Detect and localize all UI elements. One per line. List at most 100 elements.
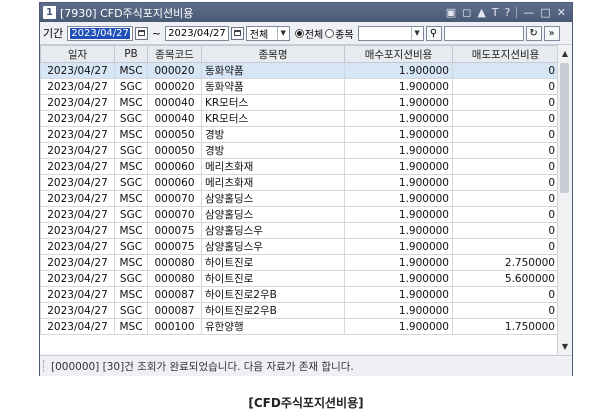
- table-row[interactable]: 2023/04/27 SGC 000020 동화약품 1.900000 0: [40, 78, 559, 95]
- cell-sell-cost: 5.600000: [452, 270, 559, 287]
- table-row[interactable]: 2023/04/27 SGC 000087 하이트진로2우B 1.900000 0: [40, 302, 559, 319]
- table-row[interactable]: 2023/04/27 MSC 000100 유한양행 1.900000 1.750000: [40, 318, 559, 335]
- column-header-name[interactable]: 종목명: [201, 45, 345, 63]
- table-row[interactable]: 2023/04/27 SGC 000080 하이트진로 1.900000 5.600000: [40, 270, 559, 287]
- cell-code: 000080: [147, 254, 202, 271]
- help-icon[interactable]: ?: [505, 7, 511, 18]
- cell-name: 메리츠화재: [201, 158, 345, 175]
- table-row[interactable]: 2023/04/27 SGC 000075 삼양홀딩스우 1.900000 0: [40, 238, 559, 255]
- cell-date: 2023/04/27: [40, 318, 115, 335]
- font-size-icon[interactable]: T: [492, 7, 499, 18]
- cell-sell-cost: 1.750000: [452, 318, 559, 335]
- cell-buy-cost: 1.900000: [344, 110, 453, 127]
- next-page-icon[interactable]: »: [543, 25, 560, 41]
- column-header-pb[interactable]: PB: [114, 45, 148, 63]
- radio-item-dot[interactable]: [325, 28, 335, 38]
- scroll-up-icon[interactable]: ▲: [558, 45, 572, 61]
- table-row[interactable]: 2023/04/27 SGC 000060 메리츠화재 1.900000 0: [40, 174, 559, 191]
- date-to-input[interactable]: 2023/04/27: [165, 25, 229, 41]
- close-icon[interactable]: ✕: [557, 7, 566, 18]
- table-row[interactable]: 2023/04/27 SGC 000070 삼양홀딩스 1.900000 0: [40, 206, 559, 223]
- cell-sell-cost: 0: [452, 238, 559, 255]
- table-row[interactable]: 2023/04/27 MSC 000040 KR모터스 1.900000 0: [40, 94, 559, 111]
- cell-pb: MSC: [114, 62, 148, 79]
- market-select[interactable]: 전체 ▼: [245, 25, 290, 41]
- cell-date: 2023/04/27: [40, 222, 115, 239]
- table-row[interactable]: 2023/04/27 SGC 000050 경방 1.900000 0: [40, 142, 559, 159]
- column-header-code[interactable]: 종목코드: [147, 45, 202, 63]
- chevron-down-icon[interactable]: ▼: [276, 26, 289, 40]
- cell-code: 000020: [147, 78, 202, 95]
- query-toolbar: 기간 2023/04/27 ~ 2023/04/27 전체 ▼ 전체 종목 ▼ …: [40, 22, 572, 45]
- item-name-field: [443, 25, 524, 41]
- cell-date: 2023/04/27: [40, 158, 115, 175]
- table-row[interactable]: 2023/04/27 MSC 000070 삼양홀딩스 1.900000 0: [40, 190, 559, 207]
- cell-buy-cost: 1.900000: [344, 254, 453, 271]
- cell-sell-cost: 0: [452, 222, 559, 239]
- cell-sell-cost: 0: [452, 158, 559, 175]
- cell-buy-cost: 1.900000: [344, 142, 453, 159]
- cell-name: 메리츠화재: [201, 174, 345, 191]
- cell-sell-cost: 0: [452, 142, 559, 159]
- cell-pb: SGC: [114, 270, 148, 287]
- cell-name: 삼양홀딩스: [201, 190, 345, 207]
- cell-date: 2023/04/27: [40, 142, 115, 159]
- cell-code: 000087: [147, 286, 202, 303]
- table-row[interactable]: 2023/04/27 MSC 000080 하이트진로 1.900000 2.750000: [40, 254, 559, 271]
- cell-date: 2023/04/27: [40, 286, 115, 303]
- cell-pb: SGC: [114, 142, 148, 159]
- table-row[interactable]: 2023/04/27 MSC 000020 동화약품 1.900000 0: [40, 62, 559, 79]
- column-header-date[interactable]: 일자: [40, 45, 115, 63]
- cell-code: 000020: [147, 62, 202, 79]
- copy-icon[interactable]: ◻: [462, 7, 471, 18]
- radio-all-dot[interactable]: [294, 28, 304, 38]
- table-row[interactable]: 2023/04/27 SGC 000040 KR모터스 1.900000 0: [40, 110, 559, 127]
- item-code-input[interactable]: ▼: [357, 25, 424, 41]
- date-from-input[interactable]: 2023/04/27: [67, 25, 133, 41]
- scrollbar-thumb[interactable]: [560, 63, 569, 193]
- cell-name: KR모터스: [201, 110, 345, 127]
- radio-all[interactable]: 전체: [294, 26, 323, 41]
- column-header-buy-cost[interactable]: 매수포지션비용: [344, 45, 453, 63]
- cell-date: 2023/04/27: [40, 206, 115, 223]
- link-icon[interactable]: ▣: [446, 7, 456, 18]
- cell-date: 2023/04/27: [40, 254, 115, 271]
- chevron-down-icon[interactable]: ▼: [410, 26, 423, 40]
- title-bar[interactable]: 1 [7930] CFD주식포지션비용 ▣ ◻ ▲ T ? — □ ✕: [40, 3, 572, 22]
- cell-date: 2023/04/27: [40, 94, 115, 111]
- table-row[interactable]: 2023/04/27 MSC 000050 경방 1.900000 0: [40, 126, 559, 143]
- cell-name: 하이트진로2우B: [201, 286, 345, 303]
- table-header-row: 일자 PB 종목코드 종목명 매수포지션비용 매도포지션비용: [40, 45, 559, 63]
- table-row[interactable]: 2023/04/27 MSC 000087 하이트진로2우B 1.900000 0: [40, 286, 559, 303]
- cell-buy-cost: 1.900000: [344, 302, 453, 319]
- cell-sell-cost: 0: [452, 126, 559, 143]
- radio-item[interactable]: 종목: [325, 26, 354, 41]
- cell-code: 000100: [147, 318, 202, 335]
- cell-date: 2023/04/27: [40, 270, 115, 287]
- minimize-icon[interactable]: —: [523, 7, 534, 18]
- table-row[interactable]: 2023/04/27 MSC 000060 메리츠화재 1.900000 0: [40, 158, 559, 175]
- period-label: 기간: [43, 27, 64, 40]
- vertical-scrollbar[interactable]: ▲ ▼: [557, 45, 572, 354]
- cell-name: 경방: [201, 142, 345, 159]
- cell-buy-cost: 1.900000: [344, 78, 453, 95]
- pin-icon[interactable]: ▲: [477, 7, 485, 18]
- column-header-sell-cost[interactable]: 매도포지션비용: [452, 45, 559, 63]
- calendar-icon[interactable]: [134, 26, 148, 40]
- search-icon[interactable]: ⚲: [425, 25, 442, 41]
- table-row[interactable]: 2023/04/27 MSC 000075 삼양홀딩스우 1.900000 0: [40, 222, 559, 239]
- calendar-icon[interactable]: [230, 26, 244, 40]
- scroll-down-icon[interactable]: ▼: [558, 338, 572, 354]
- cell-name: 삼양홀딩스: [201, 206, 345, 223]
- cell-pb: SGC: [114, 302, 148, 319]
- cell-pb: SGC: [114, 238, 148, 255]
- cell-sell-cost: 0: [452, 110, 559, 127]
- maximize-icon[interactable]: □: [540, 7, 550, 18]
- cell-pb: SGC: [114, 206, 148, 223]
- cell-date: 2023/04/27: [40, 78, 115, 95]
- status-bar: [000000] [30]건 조회가 완료되었습니다. 다음 자료가 존재 합니…: [40, 355, 572, 376]
- refresh-icon[interactable]: ↻: [525, 25, 542, 41]
- cell-sell-cost: 0: [452, 286, 559, 303]
- table-body: 2023/04/27 MSC 000020 동화약품 1.900000 0 2023/04/…: [40, 62, 559, 335]
- cell-code: 000080: [147, 270, 202, 287]
